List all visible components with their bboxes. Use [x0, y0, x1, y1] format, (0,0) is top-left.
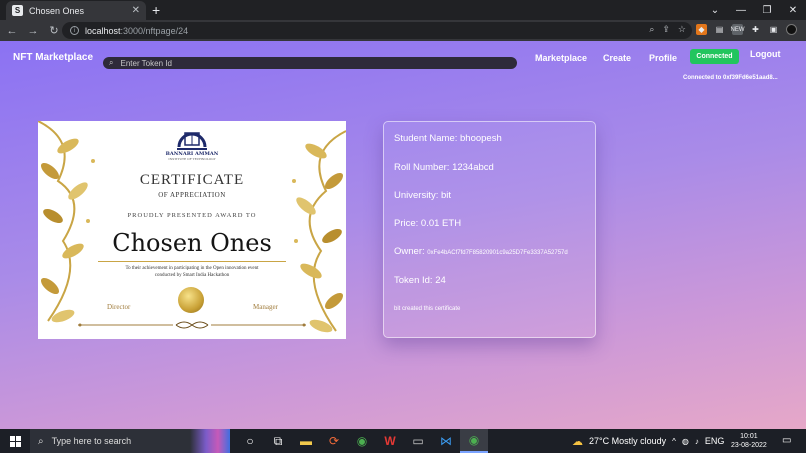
network-icon[interactable]: ◍ [682, 437, 689, 446]
chrome-active-icon[interactable]: ◉ [460, 429, 488, 453]
taskbar-search[interactable]: ⌕ Type here to search [30, 429, 230, 453]
zoom-icon[interactable]: ⌕ [649, 24, 654, 35]
owner-label: Owner: [394, 246, 425, 257]
weather-cloud-icon[interactable]: ☁ [572, 435, 583, 448]
university: University: bit [394, 190, 452, 201]
token-search: ⌕ [103, 57, 517, 69]
notification-icon[interactable]: ▭ [782, 435, 791, 446]
signature-manager: Manager [253, 303, 278, 311]
tab-search-icon[interactable]: ⌄ [702, 0, 728, 20]
language-indicator[interactable]: ENG [705, 436, 725, 446]
roll-number: Roll Number: 1234abcd [394, 162, 494, 173]
new-extension-icon[interactable]: NEW [731, 24, 745, 35]
certificate-heading: CERTIFICATE [139, 172, 245, 188]
minimize-button[interactable]: — [728, 0, 754, 20]
gold-seal-icon [178, 287, 204, 313]
browser-toolbar: ← → ↻ i localhost:3000/nftpage/24 ⌕ ⇪ ☆ … [0, 20, 806, 41]
system-tray: ☁ 27°C Mostly cloudy ^ ◍ ♪ ENG [572, 429, 724, 453]
vscode-icon[interactable]: ⋈ [432, 429, 460, 453]
logout-button[interactable]: Logout [750, 49, 781, 59]
browser-tab[interactable]: S Chosen Ones ✕ [6, 1, 146, 20]
taskbar: ⌕ Type here to search ○ ⧉ ▬ ⟳ ◉ W ▭ ⋈ ◉ … [0, 429, 806, 453]
clock-date: 23-08-2022 [731, 442, 767, 449]
tab-title: Chosen Ones [29, 5, 85, 16]
owner: Owner: 0xFe4bACf7fd7F85820901c9a25D7Fe33… [394, 246, 568, 257]
back-icon[interactable]: ← [3, 25, 21, 37]
address-bar[interactable]: i localhost:3000/nftpage/24 ⌕ ⇪ ☆ [62, 22, 692, 39]
close-tab-icon[interactable]: ✕ [132, 5, 140, 16]
close-window-button[interactable]: ✕ [780, 0, 806, 20]
metamask-icon[interactable]: ◆ [696, 24, 707, 35]
student-name: Student Name: bhoopesh [394, 133, 502, 144]
brave-icon[interactable]: ⟳ [320, 429, 348, 453]
taskbar-search-placeholder: Type here to search [51, 436, 132, 446]
new-tab-button[interactable]: + [152, 2, 160, 18]
certificate-image: BANNARI AMMAN INSTITUTE OF TECHNOLOGY CE… [38, 121, 346, 339]
certificate-subheading: OF APPRECIATION [158, 191, 226, 199]
forward-icon[interactable]: → [24, 25, 42, 37]
search-icon: ⌕ [38, 435, 44, 447]
volume-icon[interactable]: ♪ [695, 437, 699, 446]
weather-text[interactable]: 27°C Mostly cloudy [589, 436, 666, 446]
cortana-icon[interactable]: ○ [236, 429, 264, 453]
token-search-input[interactable] [120, 58, 501, 68]
owner-address: 0xFe4bACf7fd7F85820901c9a25D7Fe3337A5275… [427, 250, 568, 256]
start-button[interactable] [0, 429, 30, 453]
ornament-divider-icon [78, 321, 306, 329]
restore-button[interactable]: ❐ [754, 0, 780, 20]
share-icon[interactable]: ⇪ [662, 24, 670, 35]
token-id: Token Id: 24 [394, 275, 446, 286]
reload-icon[interactable]: ↻ [45, 24, 63, 37]
chrome-icon[interactable]: ◉ [348, 429, 376, 453]
description-line-2: conducted by Smart India Hackathon [154, 273, 230, 278]
extension-icon[interactable]: ▤ [714, 24, 725, 35]
url-path: :3000/nftpage/24 [120, 25, 189, 36]
tab-favicon-icon: S [12, 5, 23, 16]
price: Price: 0.01 ETH [394, 218, 462, 229]
windows-icon [9, 435, 21, 447]
clock[interactable]: 10:01 23-08-2022 [731, 432, 767, 450]
nav-marketplace[interactable]: Marketplace [535, 53, 587, 63]
page: NFT Marketplace ⌕ Marketplace Create Pro… [0, 41, 806, 429]
extension-icons: ◆ ▤ NEW ✚ ▣ ⋮ [696, 24, 806, 35]
url-host: localhost [85, 25, 121, 36]
tray-chevron-icon[interactable]: ^ [672, 437, 676, 446]
sidebar-icon[interactable]: ▣ [768, 24, 779, 35]
omnibox-actions: ⌕ ⇪ ☆ [649, 24, 686, 35]
nav-create[interactable]: Create [603, 53, 631, 63]
certificate-description: To their achievement in participating in… [38, 265, 346, 279]
site-info-icon[interactable]: i [70, 26, 79, 35]
search-icon: ⌕ [109, 58, 114, 67]
nav-profile[interactable]: Profile [649, 53, 677, 63]
college-subtitle: INSTITUTE OF TECHNOLOGY [168, 157, 216, 161]
signature-director: Director [107, 303, 131, 311]
bookmark-star-icon[interactable]: ☆ [678, 24, 686, 35]
wps-office-icon[interactable]: W [376, 429, 404, 453]
college-logo-icon [177, 132, 207, 150]
window-controls: ⌄ — ❐ ✕ [702, 0, 806, 20]
creator-note: bit created this certificate [394, 306, 461, 312]
profile-avatar[interactable] [786, 24, 797, 35]
task-view-icon[interactable]: ⧉ [264, 429, 292, 453]
divider [98, 261, 286, 262]
description-line-1: To their achievement in participating in… [125, 266, 259, 271]
file-explorer-icon[interactable]: ▬ [292, 429, 320, 453]
clock-time: 10:01 [740, 433, 758, 440]
wallet-connection-text: Connected to 0xf39Fd6e51aad8... [683, 75, 778, 81]
browser-tabbar: S Chosen Ones ✕ + ⌄ — ❐ ✕ [0, 0, 806, 20]
certificate-recipient: Chosen Ones [112, 229, 272, 257]
connected-button[interactable]: Connected [690, 49, 739, 64]
taskbar-apps: ○ ⧉ ▬ ⟳ ◉ W ▭ ⋈ ◉ [236, 429, 488, 453]
certificate-details-card: Student Name: bhoopesh Roll Number: 1234… [383, 121, 596, 338]
terminal-icon[interactable]: ▭ [404, 429, 432, 453]
puzzle-icon[interactable]: ✚ [750, 24, 761, 35]
search-highlight-art [190, 429, 230, 453]
certificate-presented: PROUDLY PRESENTED AWARD TO [127, 212, 257, 219]
brand-title[interactable]: NFT Marketplace [13, 52, 93, 63]
